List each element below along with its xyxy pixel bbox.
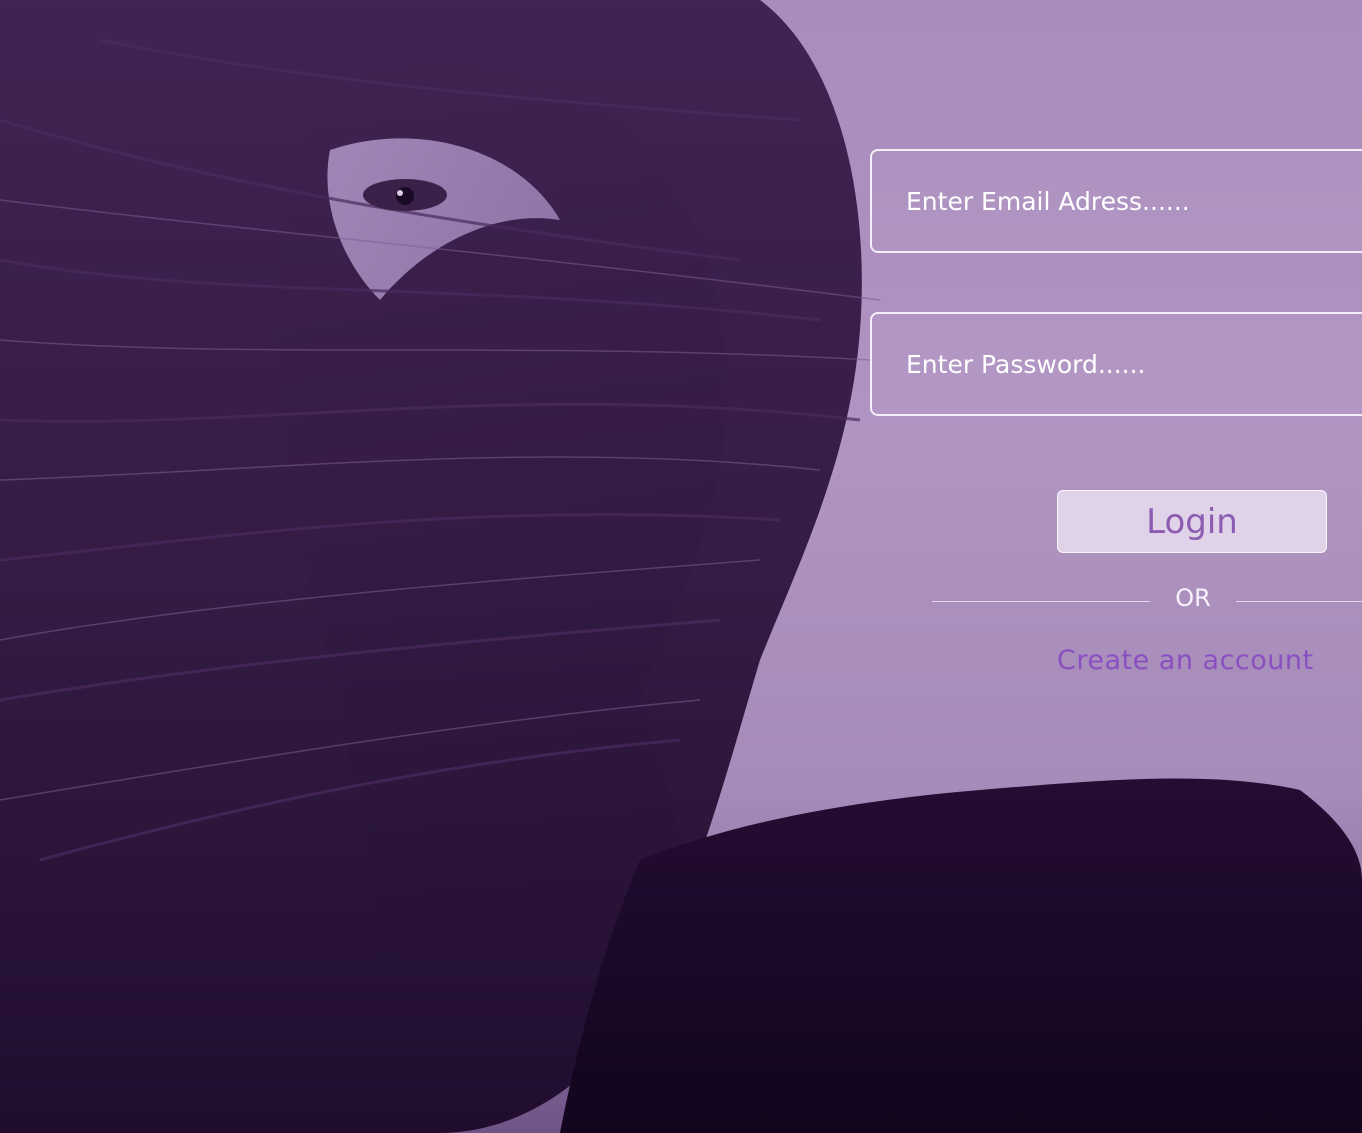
password-input[interactable] — [906, 314, 1346, 414]
or-separator: OR — [1175, 584, 1211, 612]
divider-right — [1236, 601, 1362, 602]
divider-left — [932, 601, 1150, 602]
email-input[interactable] — [906, 151, 1346, 251]
login-button[interactable]: Login — [1057, 490, 1327, 553]
email-field[interactable] — [870, 149, 1362, 253]
create-account-link[interactable]: Create an account — [1057, 645, 1314, 676]
password-field[interactable] — [870, 312, 1362, 416]
login-form: Login OR Create an account — [0, 0, 1362, 1133]
login-page: Login OR Create an account — [0, 0, 1362, 1133]
